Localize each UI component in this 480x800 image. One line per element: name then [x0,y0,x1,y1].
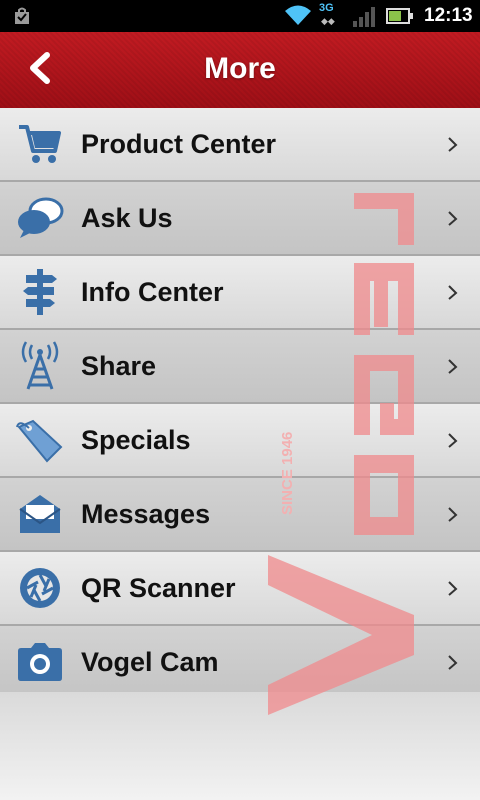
shopping-cart-icon [14,118,66,170]
menu-item-share[interactable]: Share [0,330,480,404]
chevron-right-icon [448,137,458,152]
menu-item-qr-scanner[interactable]: QR Scanner [0,552,480,626]
price-tag-icon [14,414,66,466]
camera-aperture-icon [14,562,66,614]
menu-item-messages[interactable]: Messages [0,478,480,552]
menu-item-vogel-cam[interactable]: Vogel Cam [0,626,480,700]
battery-icon [386,8,413,24]
menu-item-product-center[interactable]: Product Center [0,108,480,182]
menu-item-label: Vogel Cam [81,647,219,677]
page-title: More [204,52,276,85]
shopping-bag-icon [15,7,29,24]
chat-bubbles-icon [14,192,66,244]
menu-item-info-center[interactable]: Info Center [0,256,480,330]
data-arrows-icon: ◆◆ [321,16,335,26]
chevron-right-icon [448,285,458,300]
empty-area [0,692,480,800]
menu-item-specials[interactable]: Specials [0,404,480,478]
menu-item-ask-us[interactable]: Ask Us [0,182,480,256]
signal-strength-icon [353,7,375,27]
envelope-icon [14,488,66,540]
signpost-icon [14,266,66,318]
wifi-icon [285,5,311,25]
chevron-right-icon [448,211,458,226]
chevron-right-icon [448,359,458,374]
app-header: More [0,32,480,110]
menu-item-label: Ask Us [81,203,173,233]
broadcast-tower-icon [14,340,66,392]
chevron-right-icon [448,655,458,670]
menu-item-label: QR Scanner [81,573,236,603]
chevron-right-icon [448,581,458,596]
camera-icon [14,636,66,688]
menu-item-label: Messages [81,499,211,529]
menu-item-label: Info Center [81,277,224,307]
chevron-right-icon [448,507,458,522]
chevron-right-icon [448,433,458,448]
network-type-label: 3G [319,2,334,14]
menu-item-label: Share [81,351,157,381]
more-menu-list: Product Center Ask Us Info Center Share … [0,108,480,700]
clock: 12:13 [424,5,473,26]
menu-item-label: Product Center [81,129,277,159]
menu-item-label: Specials [81,425,191,455]
status-bar: 3G ◆◆ 12:13 [0,0,480,32]
